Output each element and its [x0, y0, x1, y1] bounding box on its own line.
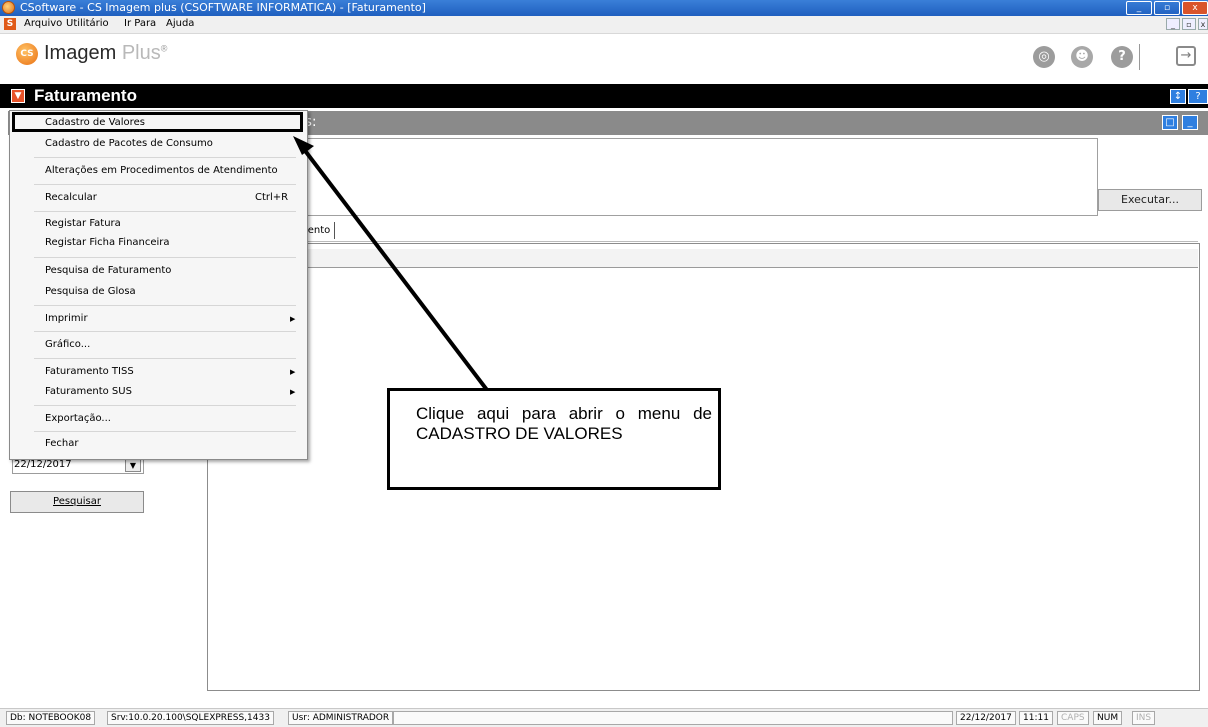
status-message — [393, 711, 953, 725]
status-num: NUM — [1093, 711, 1123, 725]
status-user: Usr: ADMINISTRADOR — [288, 711, 394, 725]
arrow-head-icon — [293, 136, 314, 155]
status-server: Srv:10.0.20.100\SQLEXPRESS,1433 — [107, 711, 274, 725]
status-caps: CAPS — [1057, 711, 1089, 725]
status-db: Db: NOTEBOOK08 — [6, 711, 96, 725]
arrow-shaft — [301, 146, 489, 392]
status-time: 11:11 — [1019, 711, 1053, 725]
status-ins: INS — [1132, 711, 1156, 725]
callout-text: Clique aqui para abrir o menu de CADASTR… — [416, 404, 712, 443]
status-date: 22/12/2017 — [956, 711, 1016, 725]
annotation-arrow — [293, 136, 489, 392]
